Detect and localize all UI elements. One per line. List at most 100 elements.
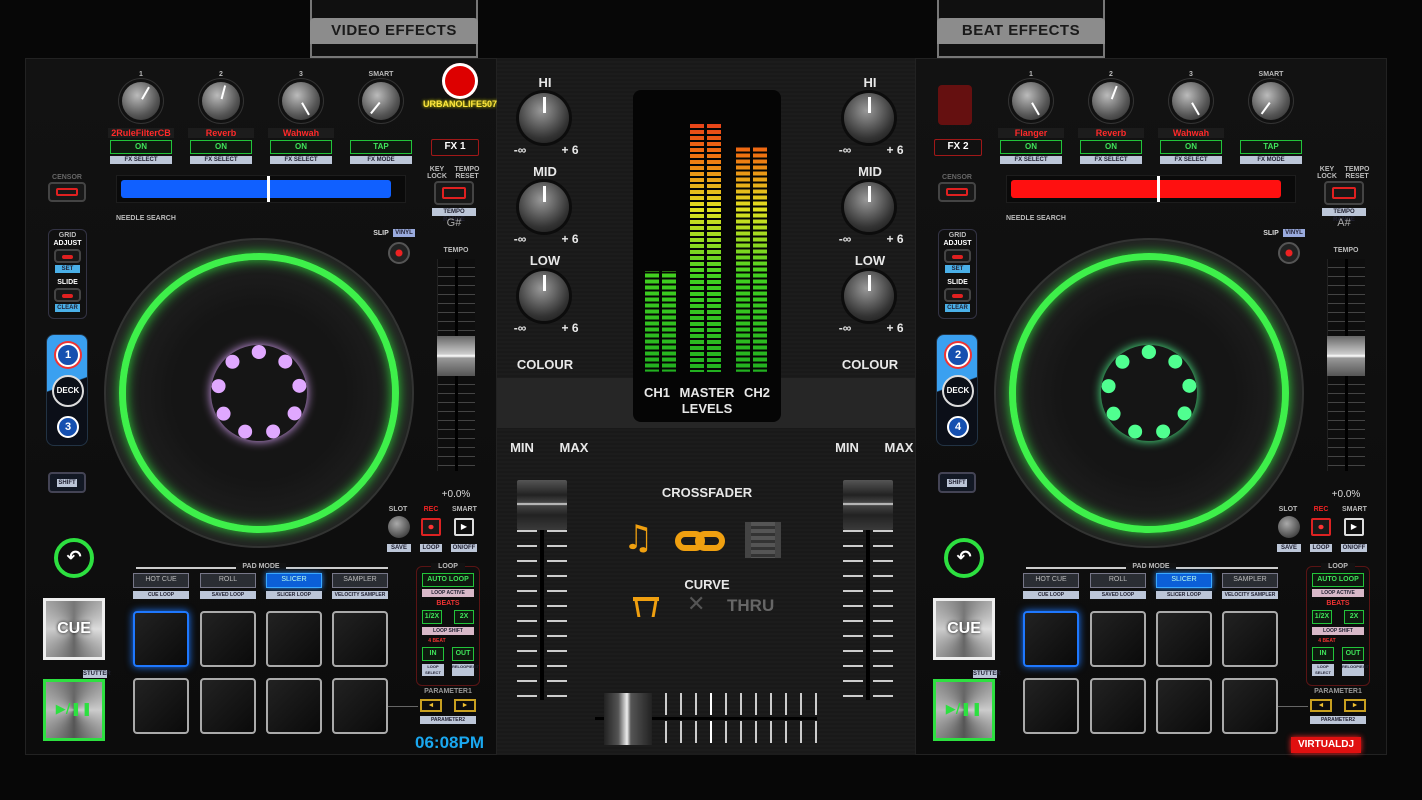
performance-pad[interactable] [1222, 678, 1278, 734]
rec-button[interactable] [421, 518, 441, 536]
deck-toggle-button[interactable]: DECK [52, 375, 84, 407]
fader-cap[interactable] [843, 480, 893, 530]
effect-name[interactable]: Wahwah [268, 128, 334, 138]
double-loop-button[interactable]: 2X [1344, 610, 1364, 624]
parameter-left-button[interactable]: ◄ [420, 699, 442, 712]
performance-pad[interactable] [133, 611, 189, 667]
shift-button[interactable]: SHIFT [938, 472, 976, 493]
film-icon[interactable] [745, 522, 781, 558]
effect-toggle-button[interactable]: ON [270, 140, 332, 154]
eq-hi-knob-left[interactable] [519, 93, 569, 143]
performance-pad[interactable] [1023, 611, 1079, 667]
pad-mode-tab[interactable]: HOT CUE [1023, 573, 1079, 588]
pad-mode-tab[interactable]: SLICER [266, 573, 322, 588]
performance-pad[interactable] [200, 678, 256, 734]
performance-pad[interactable] [133, 678, 189, 734]
effect-name[interactable]: Flanger [998, 128, 1064, 138]
deck-button-active[interactable]: 1 [56, 343, 80, 367]
loop-select-button[interactable]: LOOP SELECT [422, 664, 444, 676]
auto-loop-button[interactable]: AUTO LOOP [422, 573, 474, 587]
effect-toggle-button[interactable]: ON [1080, 140, 1142, 154]
tempo-range-button[interactable]: TEMPO RANGE [1322, 208, 1366, 223]
effect-toggle-button[interactable]: ON [1160, 140, 1222, 154]
pad-mode-tab[interactable]: SAMPLER [332, 573, 388, 588]
fx-select-button[interactable]: FX 2 [934, 139, 982, 156]
fader-cap[interactable] [517, 480, 567, 530]
jog-wheel[interactable] [104, 238, 414, 548]
curve-sharp-icon[interactable] [633, 597, 659, 617]
crossfader-handle[interactable] [603, 693, 652, 745]
performance-pad[interactable] [1090, 678, 1146, 734]
effect-toggle-button[interactable]: TAP [350, 140, 412, 154]
performance-pad[interactable] [1222, 611, 1278, 667]
effect-name[interactable]: Wahwah [1158, 128, 1224, 138]
parameter-left-button[interactable]: ◄ [1310, 699, 1332, 712]
loop-select-button[interactable]: LOOP SELECT [1312, 664, 1334, 676]
video-effects-tab[interactable]: VIDEO EFFECTS [310, 0, 478, 58]
tempo-slider-handle[interactable] [437, 336, 475, 377]
performance-pad[interactable] [200, 611, 256, 667]
fx-knob[interactable] [282, 82, 320, 120]
fx-knob[interactable] [362, 82, 400, 120]
fx-knob[interactable] [202, 82, 240, 120]
pad-mode-tab[interactable]: ROLL [1090, 573, 1146, 588]
jog-wheel[interactable] [994, 238, 1304, 548]
cue-button[interactable]: CUE [43, 598, 105, 660]
parameter-right-button[interactable]: ► [454, 699, 476, 712]
thru-button[interactable]: THRU [727, 596, 787, 616]
deck-button-alt[interactable]: 4 [947, 416, 969, 438]
effect-toggle-button[interactable]: ON [190, 140, 252, 154]
loop-in-button[interactable]: IN [1312, 647, 1334, 661]
playhead[interactable] [1157, 176, 1160, 202]
effect-name[interactable]: Reverb [188, 128, 254, 138]
fx-select-button[interactable]: FX 1 [431, 139, 479, 156]
smart-play-button[interactable]: ▶ [1344, 518, 1364, 536]
eq-low-knob-right[interactable] [844, 271, 894, 321]
save-button[interactable]: SAVE [1277, 544, 1301, 552]
slot-knob[interactable] [388, 516, 410, 538]
play-pause-button[interactable]: ▶/❚❚ [43, 679, 105, 741]
half-loop-button[interactable]: 1/2X [422, 610, 442, 624]
key-lock-button[interactable] [1324, 181, 1364, 205]
tempo-range-button[interactable]: TEMPO RANGE [432, 208, 476, 223]
auto-loop-button[interactable]: AUTO LOOP [1312, 573, 1364, 587]
effect-toggle-button[interactable]: TAP [1240, 140, 1302, 154]
effect-toggle-button[interactable]: ON [1000, 140, 1062, 154]
shift-button[interactable]: SHIFT [48, 472, 86, 493]
effect-name[interactable]: Reverb [1078, 128, 1144, 138]
curve-smooth-icon[interactable]: ✕ [687, 592, 705, 617]
half-loop-button[interactable]: 1/2X [1312, 610, 1332, 624]
onoff-button[interactable]: ON/OFF [1341, 544, 1367, 552]
fx-knob[interactable] [122, 82, 160, 120]
performance-pad[interactable] [332, 611, 388, 667]
channel-fader-left[interactable] [517, 480, 567, 705]
clear-button[interactable]: CLEAR [945, 304, 970, 312]
loop-out-button[interactable]: OUT [1342, 647, 1364, 661]
rec-button[interactable] [1311, 518, 1331, 536]
waveform[interactable] [116, 175, 406, 203]
slot-knob[interactable] [1278, 516, 1300, 538]
play-pause-button[interactable]: ▶/❚❚ [933, 679, 995, 741]
performance-pad[interactable] [266, 678, 322, 734]
crossfader[interactable] [595, 693, 817, 745]
reloop-button[interactable]: RELOOP/EXIT [452, 664, 479, 676]
eq-mid-knob-left[interactable] [519, 182, 569, 232]
loop-button[interactable]: LOOP [1310, 544, 1332, 552]
performance-pad[interactable] [1156, 611, 1212, 667]
grid-adjust-button[interactable] [944, 249, 971, 263]
save-button[interactable]: SAVE [387, 544, 411, 552]
playhead[interactable] [267, 176, 270, 202]
undo-icon[interactable]: ↶ [944, 538, 984, 578]
fx-knob[interactable] [1172, 82, 1210, 120]
eq-mid-knob-right[interactable] [844, 182, 894, 232]
censor-button[interactable] [938, 182, 976, 202]
fx-knob[interactable] [1012, 82, 1050, 120]
effect-toggle-button[interactable]: ON [110, 140, 172, 154]
grid-slide-button[interactable] [54, 288, 81, 302]
reloop-button[interactable]: RELOOP/EXIT [1342, 664, 1369, 676]
loop-button[interactable]: LOOP [420, 544, 442, 552]
undo-icon[interactable]: ↶ [54, 538, 94, 578]
set-button[interactable]: SET [55, 265, 80, 273]
performance-pad[interactable] [332, 678, 388, 734]
performance-pad[interactable] [1023, 678, 1079, 734]
